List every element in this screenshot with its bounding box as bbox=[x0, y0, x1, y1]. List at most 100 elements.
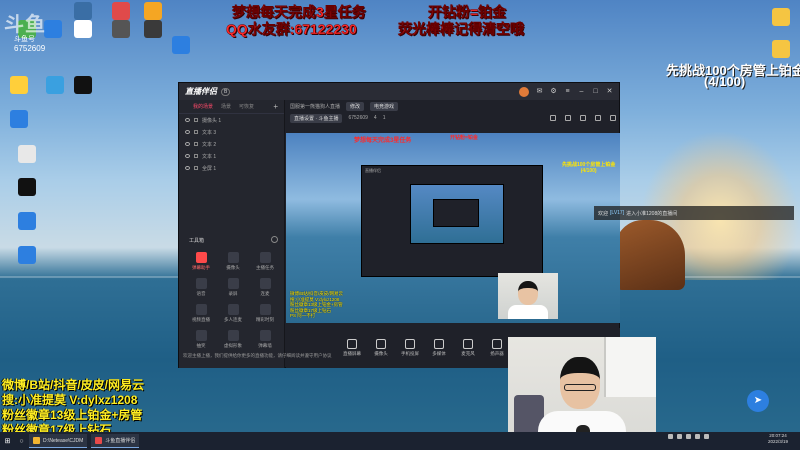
desktop-app-icon-5[interactable] bbox=[66, 20, 100, 40]
capture-icon[interactable] bbox=[595, 115, 601, 121]
tray-volume-icon[interactable] bbox=[677, 434, 682, 439]
desktop-shortcut-4[interactable] bbox=[764, 8, 798, 28]
tool-icon bbox=[259, 252, 271, 263]
lock-icon[interactable] bbox=[194, 154, 198, 158]
tool-item[interactable]: 弹幕墙 bbox=[249, 330, 281, 349]
feishu-icon[interactable]: ➤ bbox=[747, 390, 769, 412]
desktop-shortcut-1[interactable] bbox=[10, 178, 44, 198]
taskbar-clock[interactable]: 20:07:24 2022/3/19 bbox=[768, 433, 788, 445]
room-number: 6752609 bbox=[348, 115, 368, 121]
eye-icon[interactable] bbox=[185, 142, 190, 146]
maximize-icon[interactable]: □ bbox=[592, 88, 599, 95]
start-icon[interactable]: ⊞ bbox=[4, 438, 11, 445]
desktop-shortcut-0[interactable] bbox=[10, 145, 44, 165]
tab-restore[interactable]: 可恢复 bbox=[239, 103, 254, 110]
overlay-glowstick: 荧光棒棒记得清空哦 bbox=[398, 21, 524, 37]
tool-label: 弹幕墙 bbox=[258, 343, 272, 348]
stream-preview[interactable]: 梦想每天完成3星任务 开钻粉=铂金 先挑战100个房管上铂金 (4/100) 直… bbox=[286, 133, 620, 323]
desktop-app-icon-6[interactable] bbox=[104, 20, 138, 40]
control-label: 摄像头 bbox=[374, 351, 388, 356]
share-icon[interactable] bbox=[610, 115, 616, 121]
control-button[interactable]: 摄像头 bbox=[371, 339, 391, 357]
tab-my-scenes[interactable]: 我的场景 bbox=[193, 103, 213, 110]
app-logo: 直播伴侣 bbox=[185, 87, 217, 96]
close-icon[interactable]: ✕ bbox=[606, 88, 613, 95]
tool-item[interactable]: 精彩时刻 bbox=[249, 304, 281, 323]
desktop-app-icon-2[interactable] bbox=[136, 2, 170, 22]
layout-icon[interactable] bbox=[565, 115, 571, 121]
eye-icon[interactable] bbox=[185, 166, 190, 170]
tool-label: 主播任务 bbox=[256, 265, 274, 270]
room-stats-row: 直播设置 · 斗鱼主播 6752609 4 1 bbox=[286, 112, 620, 124]
tool-item[interactable]: 主播任务 bbox=[249, 252, 281, 271]
room-settings[interactable]: 直播设置 · 斗鱼主播 bbox=[290, 113, 343, 123]
message-icon[interactable]: ✉ bbox=[536, 88, 543, 95]
desktop-app-icon-1[interactable] bbox=[104, 2, 138, 22]
tray-notification-icon[interactable] bbox=[704, 434, 709, 439]
tool-item[interactable]: 摄像头 bbox=[217, 252, 249, 271]
control-button[interactable]: 扬声器 bbox=[487, 339, 507, 357]
tab-scenes[interactable]: 场景 bbox=[221, 103, 231, 110]
control-button[interactable]: 手机投屏 bbox=[400, 339, 420, 357]
eye-icon[interactable] bbox=[185, 154, 190, 158]
tool-label: 视频直播 bbox=[192, 317, 210, 322]
lock-icon[interactable] bbox=[194, 142, 198, 146]
eye-icon[interactable] bbox=[185, 130, 190, 134]
lock-icon[interactable] bbox=[194, 118, 198, 122]
desktop-app-icon-8[interactable] bbox=[2, 76, 36, 96]
overlay-qq-group: QQ水友群:67122230 bbox=[226, 21, 357, 37]
layer-item[interactable]: 文本 3 bbox=[179, 126, 284, 138]
eye-icon[interactable] bbox=[185, 118, 190, 122]
tray-ime-icon[interactable] bbox=[695, 434, 700, 439]
layer-item[interactable]: 文本 2 bbox=[179, 138, 284, 150]
add-scene-button[interactable]: + bbox=[273, 102, 278, 111]
tool-item[interactable]: 录屏 bbox=[217, 278, 249, 297]
desktop-app-icon-0[interactable] bbox=[66, 2, 100, 22]
tray-network-icon[interactable] bbox=[668, 434, 673, 439]
version-badge[interactable]: B bbox=[221, 87, 231, 96]
desktop-app-icon-11[interactable] bbox=[2, 110, 36, 130]
taskbar-app[interactable]: 斗鱼直播伴侣 bbox=[91, 434, 140, 448]
lock-icon[interactable] bbox=[550, 115, 556, 121]
tool-item[interactable]: 语音 bbox=[185, 278, 217, 297]
tool-icon bbox=[195, 278, 207, 289]
taskbar-app[interactable]: D:\Netease\CJDM bbox=[29, 434, 88, 448]
tool-icon bbox=[195, 330, 207, 341]
tool-item[interactable]: 视频直播 bbox=[185, 304, 217, 323]
category-selector[interactable]: 电竞游戏 bbox=[370, 101, 399, 111]
info-text-line: 微博/B站/抖音/皮皮/网易云 bbox=[2, 378, 145, 392]
menu-icon[interactable]: ≡ bbox=[564, 88, 571, 95]
edit-title-button[interactable]: 修改 bbox=[346, 101, 365, 111]
grid-icon[interactable] bbox=[580, 115, 586, 121]
help-icon[interactable] bbox=[271, 236, 278, 243]
settings-icon[interactable]: ⚙ bbox=[550, 88, 557, 95]
layer-item[interactable]: 摄像头 1 bbox=[179, 114, 284, 126]
layer-label: 文本 3 bbox=[202, 129, 217, 136]
preview-yellow-progress: (4/100) bbox=[580, 168, 597, 174]
desktop-shortcut-2[interactable] bbox=[10, 212, 44, 232]
preview-left-text: 微博/B站/抖音/皮皮/网易云 搜:小准提莫 V:dylxz1208 粉丝徽章13级… bbox=[290, 291, 343, 319]
control-button[interactable]: 麦克风 bbox=[458, 339, 478, 357]
layer-item[interactable]: 全屏 1 bbox=[179, 162, 284, 174]
tool-item[interactable]: 弹幕助手 bbox=[185, 252, 217, 271]
tray-battery-icon[interactable] bbox=[686, 434, 691, 439]
layer-item[interactable]: 文本 1 bbox=[179, 150, 284, 162]
minimize-icon[interactable]: – bbox=[578, 88, 585, 95]
user-avatar[interactable] bbox=[519, 86, 529, 97]
desktop-app-icon-10[interactable] bbox=[66, 76, 100, 96]
tool-item[interactable]: 多人连麦 bbox=[217, 304, 249, 323]
tool-item[interactable]: 抽奖 bbox=[185, 330, 217, 349]
lock-icon[interactable] bbox=[194, 130, 198, 134]
tool-item[interactable]: 虚拟形象 bbox=[217, 330, 249, 349]
control-button[interactable]: 多媒体 bbox=[429, 339, 449, 357]
desktop-shortcut-5[interactable] bbox=[764, 40, 798, 60]
search-icon[interactable]: ○ bbox=[18, 438, 25, 445]
control-button[interactable]: 直播屏幕 bbox=[342, 339, 362, 357]
clock-date: 2022/3/19 bbox=[768, 439, 789, 444]
tool-icon bbox=[227, 304, 239, 315]
control-icon bbox=[347, 339, 357, 349]
desktop-shortcut-3[interactable] bbox=[10, 246, 44, 266]
tool-item[interactable]: 连麦 bbox=[249, 278, 281, 297]
desktop-app-icon-12[interactable] bbox=[164, 36, 198, 56]
lock-icon[interactable] bbox=[194, 166, 198, 170]
